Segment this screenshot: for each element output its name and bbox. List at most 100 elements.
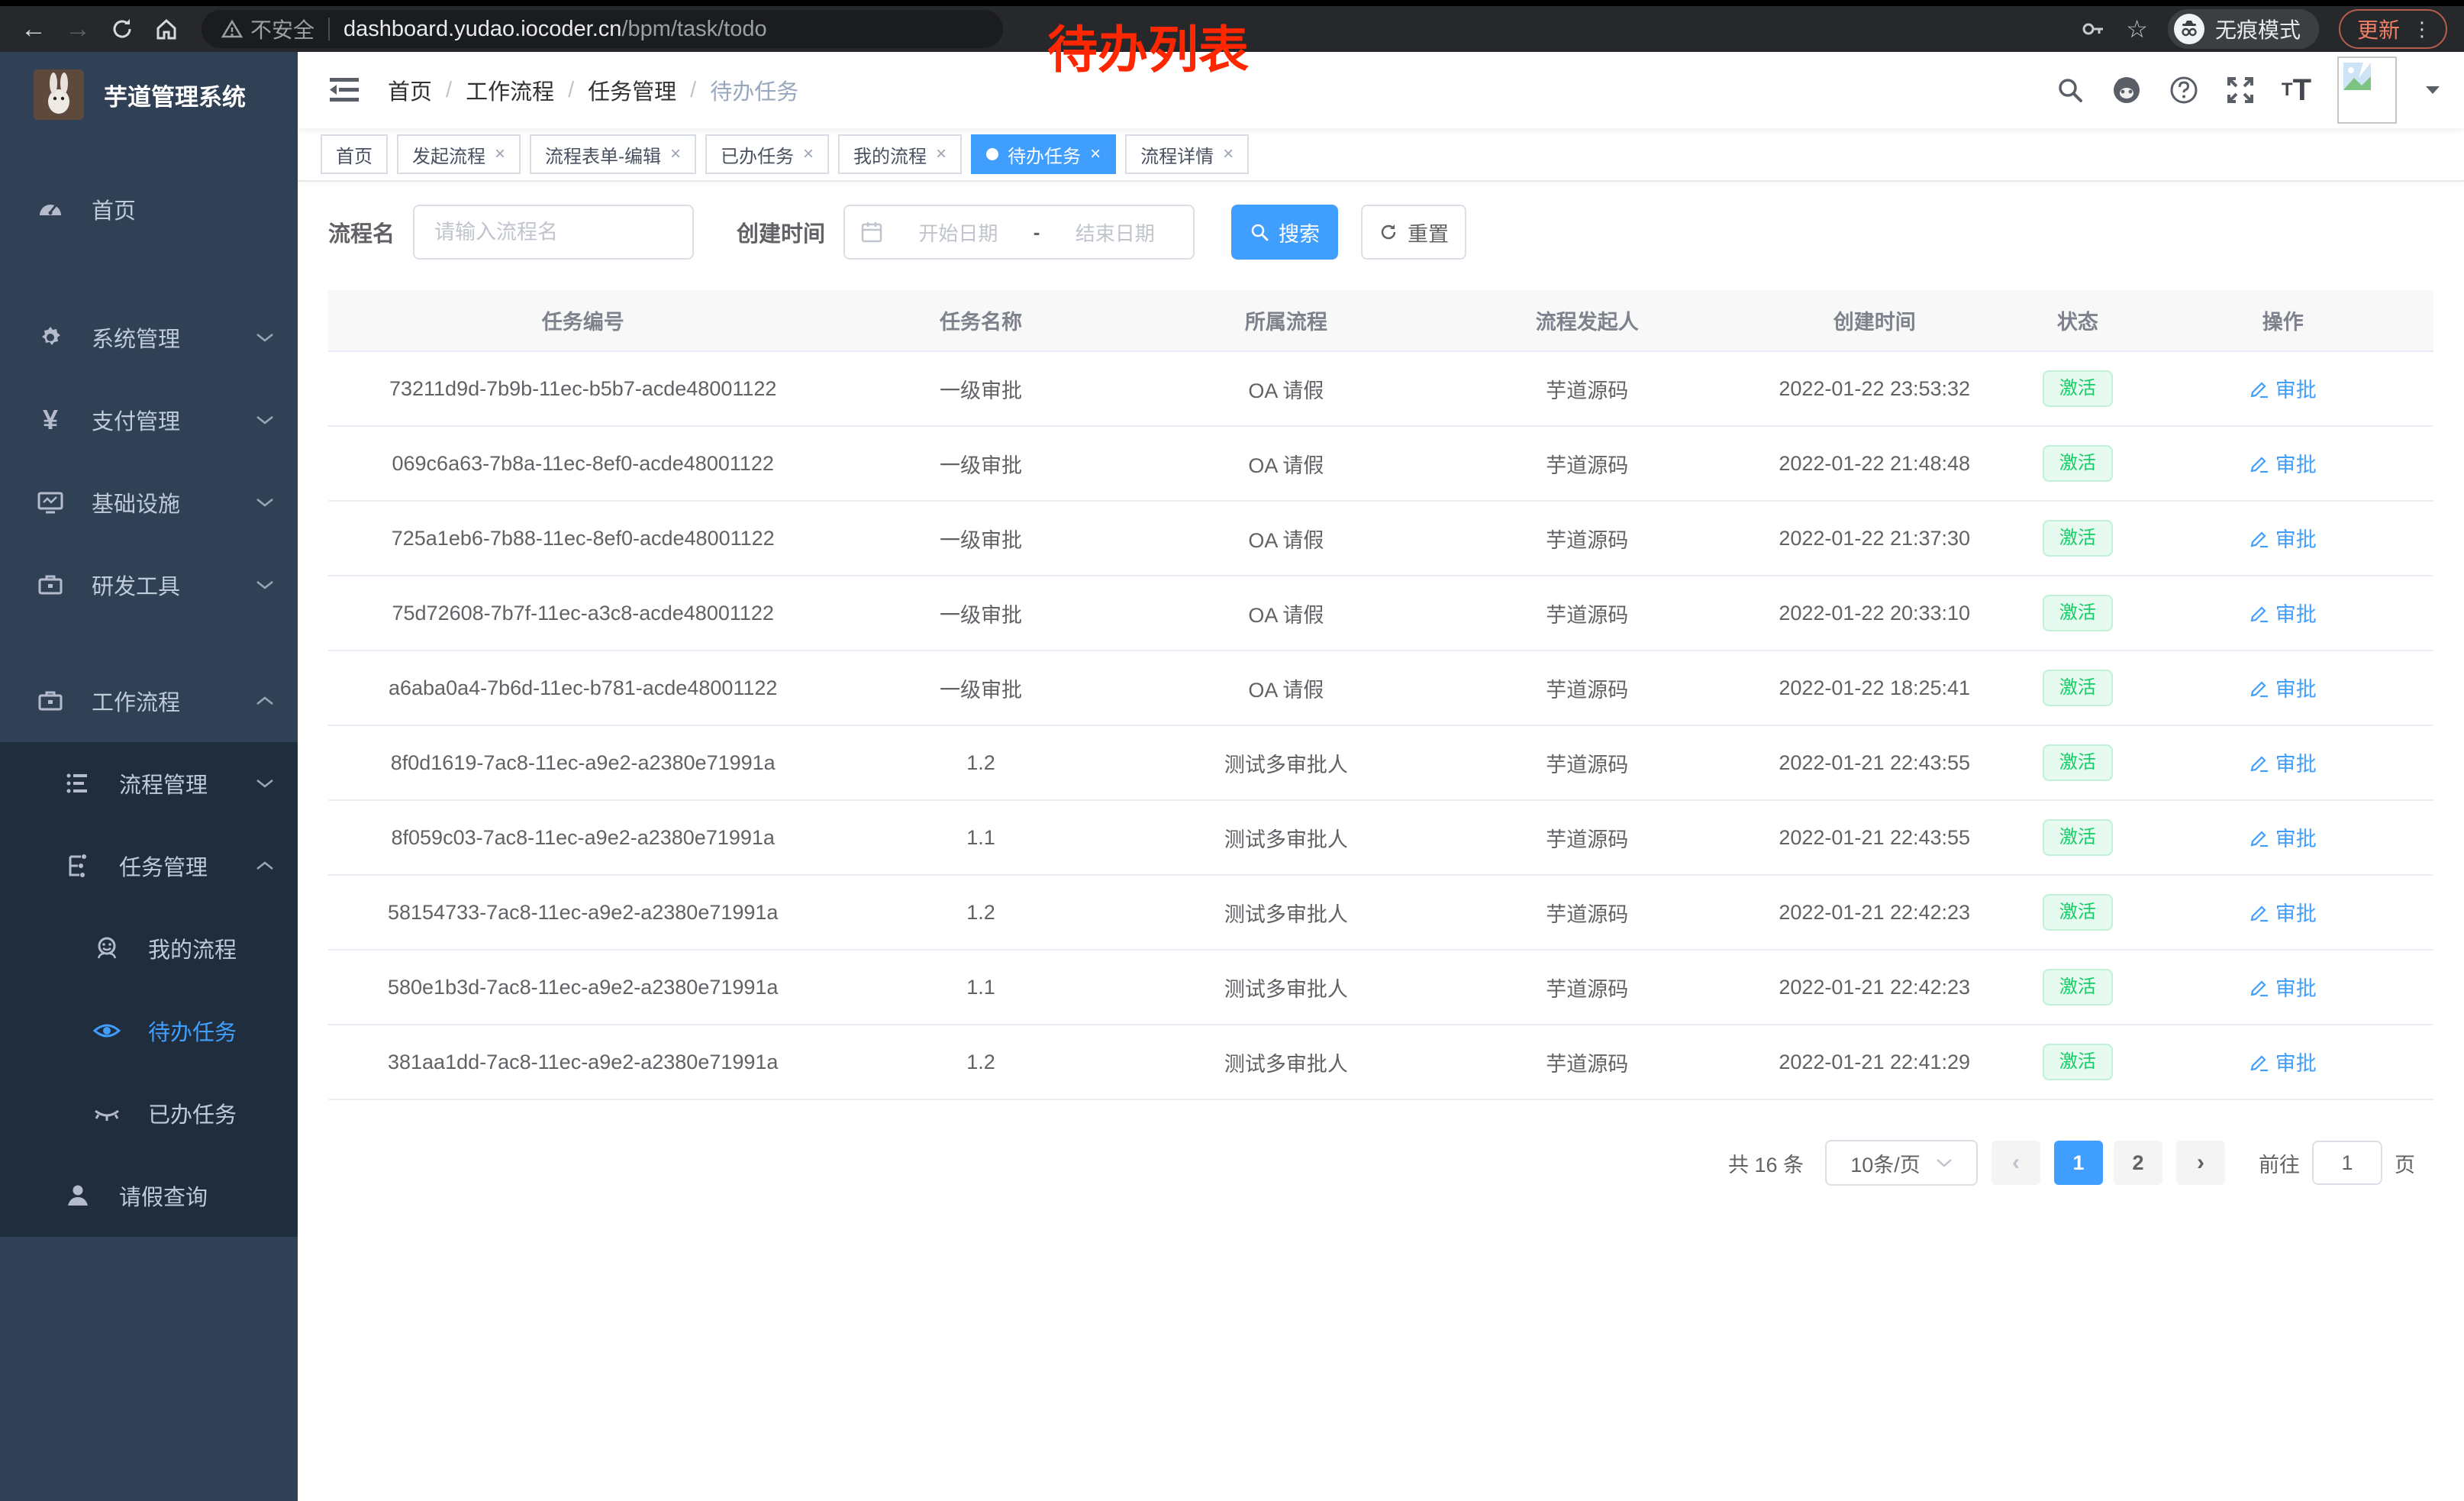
reset-button[interactable]: 重置 [1361,205,1466,260]
bookmark-star-button[interactable]: ☆ [2126,15,2148,44]
calendar-icon [860,221,883,244]
sidebar-item-label: 已办任务 [148,1097,237,1129]
approve-label: 审批 [2275,972,2317,1002]
approve-button[interactable]: 审批 [2250,822,2317,852]
cell-status: 激活 [2023,725,2132,800]
approve-button[interactable]: 审批 [2250,373,2317,403]
goto-page-input[interactable] [2312,1141,2382,1185]
start-date-placeholder[interactable]: 开始日期 [895,218,1021,247]
tag-view-tab[interactable]: 已办任务 × [705,134,829,174]
sidebar-item-label: 请假查询 [119,1180,208,1212]
table-row: 75d72608-7b7f-11ec-a3c8-acde48001122 一级审… [328,576,2433,650]
approve-button[interactable]: 审批 [2250,897,2317,927]
process-name-input[interactable] [413,205,694,260]
approve-button[interactable]: 审批 [2250,972,2317,1002]
tags-view-bar: 首页 × 发起流程 × 流程表单-编辑 × 已办任务 × 我的流程 × 待办任务 [298,128,2464,182]
sidebar-item-my-process[interactable]: 我的流程 [0,907,298,989]
end-date-placeholder[interactable]: 结束日期 [1052,218,1178,247]
approve-button[interactable]: 审批 [2250,523,2317,553]
chevron-down-icon [255,579,275,591]
breadcrumb-task-management[interactable]: 任务管理 [588,74,676,106]
tag-view-tab[interactable]: 流程表单-编辑 × [530,134,696,174]
approve-button[interactable]: 审批 [2250,747,2317,777]
page-number-button[interactable]: 2 [2114,1141,2162,1185]
prev-page-button[interactable]: ‹ [1992,1141,2040,1185]
fullscreen-icon [2225,75,2256,105]
edit-pen-icon [2250,1052,2269,1072]
table-row: 73211d9d-7b9b-11ec-b5b7-acde48001122 一级审… [328,351,2433,426]
breadcrumb-separator: / [446,78,452,103]
browser-home-button[interactable] [150,12,183,46]
browser-menu-icon[interactable]: ⋮ [2412,18,2432,41]
approve-button[interactable]: 审批 [2250,673,2317,702]
filter-bar: 流程名 创建时间 开始日期 - 结束日期 [328,205,2433,260]
tag-view-tab[interactable]: 发起流程 × [397,134,521,174]
briefcase-icon [34,686,67,716]
font-size-button[interactable]: TT [2282,73,2311,108]
approve-button[interactable]: 审批 [2250,1047,2317,1077]
incognito-profile-chip[interactable]: 无痕模式 [2168,9,2319,49]
security-indicator[interactable]: 不安全 [221,14,314,44]
sidebar-item-workflow[interactable]: 工作流程 [0,660,298,742]
status-badge: 激活 [2043,1044,2113,1080]
sidebar-item-label: 我的流程 [148,932,237,964]
tag-view-tab[interactable]: 流程详情 × [1125,134,1249,174]
search-button[interactable]: 搜索 [1231,205,1338,260]
approve-button[interactable]: 审批 [2250,448,2317,478]
tag-view-tab[interactable]: 我的流程 × [838,134,962,174]
range-separator: - [1034,221,1040,244]
page-size-select[interactable]: 10条/页 [1825,1140,1978,1186]
cell-process: 测试多审批人 [1124,950,1449,1025]
address-bar[interactable]: 不安全 dashboard.yudao.iocoder.cn/bpm/task/… [202,10,1003,48]
logo[interactable]: 芋道管理系统 [0,52,298,137]
page-number-button[interactable]: 1 [2054,1141,2103,1185]
tab-close-icon[interactable]: × [1223,144,1234,165]
sidebar-item-devtools[interactable]: 研发工具 [0,544,298,626]
tag-view-tab[interactable]: 首页 × [321,134,388,174]
cell-task-id: 381aa1dd-7ac8-11ec-a9e2-a2380e71991a [328,1025,837,1099]
approve-button[interactable]: 审批 [2250,598,2317,628]
tab-close-icon[interactable]: × [495,144,505,165]
password-key-button[interactable] [2080,16,2106,42]
sidebar-item-task-management[interactable]: 任务管理 [0,825,298,907]
breadcrumb-home[interactable]: 首页 [388,74,432,106]
sidebar-item-infra[interactable]: 基础设施 [0,461,298,544]
sidebar-item-system[interactable]: 系统管理 [0,296,298,379]
status-badge: 激活 [2043,595,2113,631]
avatar-caret-icon[interactable] [2424,85,2441,95]
tab-close-icon[interactable]: × [670,144,681,165]
cell-task-id: 069c6a63-7b8a-11ec-8ef0-acde48001122 [328,426,837,501]
breadcrumb-workflow[interactable]: 工作流程 [466,74,554,106]
breadcrumb-separator: / [568,78,574,103]
sidebar-item-label: 任务管理 [119,850,208,882]
help-doc-button[interactable] [2169,75,2199,105]
date-range-picker[interactable]: 开始日期 - 结束日期 [843,205,1195,260]
sidebar-item-done-tasks[interactable]: 已办任务 [0,1072,298,1154]
org-tree-icon [61,851,95,881]
browser-back-button[interactable]: ← [17,12,50,46]
tag-view-tab[interactable]: 待办任务 × [971,134,1116,174]
browser-update-button[interactable]: 更新 ⋮ [2339,9,2447,49]
sidebar-item-payment[interactable]: ¥ 支付管理 [0,379,298,461]
sidebar-item-leave-query[interactable]: 请假查询 [0,1154,298,1237]
tab-close-icon[interactable]: × [1090,144,1101,165]
tab-label: 首页 [336,141,373,168]
sidebar-collapse-button[interactable] [325,71,363,109]
github-link-button[interactable] [2111,74,2143,106]
avatar[interactable] [2337,56,2397,124]
sidebar-item-todo-tasks[interactable]: 待办任务 [0,989,298,1072]
sidebar-item-process-management[interactable]: 流程管理 [0,742,298,825]
table-row: 381aa1dd-7ac8-11ec-a9e2-a2380e71991a 1.2… [328,1025,2433,1099]
tab-close-icon[interactable]: × [936,144,947,165]
cell-process: OA 请假 [1124,351,1449,426]
edit-pen-icon [2250,528,2269,548]
tab-close-icon[interactable]: × [803,144,814,165]
next-page-button[interactable]: › [2176,1141,2225,1185]
header-search-button[interactable] [2056,76,2085,105]
browser-forward-button[interactable]: → [61,12,95,46]
browser-reload-button[interactable] [105,12,139,46]
fullscreen-button[interactable] [2225,75,2256,105]
sidebar-item-home[interactable]: 首页 [0,168,298,250]
cell-task-id: 73211d9d-7b9b-11ec-b5b7-acde48001122 [328,351,837,426]
cell-task-name: 1.2 [837,725,1124,800]
